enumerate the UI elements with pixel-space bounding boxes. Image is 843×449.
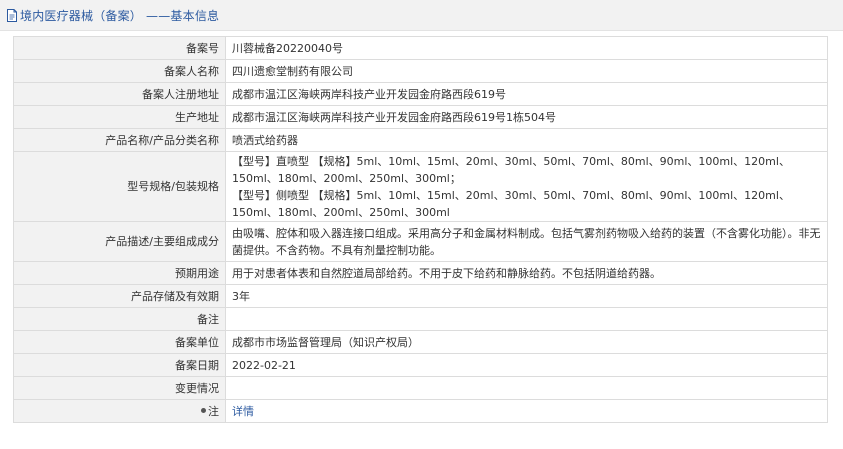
table-row-reg-address: 备案人注册地址 成都市温江区海峡两岸科技产业开发园金府路西段619号 [13, 82, 828, 106]
info-table-container: 备案号 川蓉械备20220040号 备案人名称 四川遗愈堂制药有限公司 备案人注… [13, 36, 828, 423]
table-row-note: 注 详情 [13, 399, 828, 423]
value-description: 由吸嘴、腔体和吸入器连接口组成。采用高分子和金属材料制成。包括气雾剂药物吸入给药… [225, 221, 828, 262]
table-row-storage: 产品存储及有效期 3年 [13, 284, 828, 308]
label-agency: 备案单位 [13, 330, 226, 354]
label-storage: 产品存储及有效期 [13, 284, 226, 308]
label-registrant: 备案人名称 [13, 59, 226, 83]
document-icon [7, 8, 17, 22]
table-row-change: 变更情况 [13, 376, 828, 400]
table-row-remark: 备注 [13, 307, 828, 331]
table-row-date: 备案日期 2022-02-21 [13, 353, 828, 377]
value-note: 详情 [225, 399, 828, 423]
table-row-record-no: 备案号 川蓉械备20220040号 [13, 36, 828, 60]
label-change: 变更情况 [13, 376, 226, 400]
table-row-spec: 型号规格/包装规格 【型号】直喷型 【规格】5ml、10ml、15ml、20ml… [13, 151, 828, 222]
label-prod-address: 生产地址 [13, 105, 226, 129]
page-title: 境内医疗器械（备案） ——基本信息 [20, 8, 220, 23]
value-prod-address: 成都市温江区海峡两岸科技产业开发园金府路西段619号1栋504号 [225, 105, 828, 129]
value-change [225, 376, 828, 400]
info-table: 备案号 川蓉械备20220040号 备案人名称 四川遗愈堂制药有限公司 备案人注… [13, 36, 828, 423]
note-label-text: 注 [208, 404, 219, 418]
label-description: 产品描述/主要组成成分 [13, 221, 226, 262]
label-date: 备案日期 [13, 353, 226, 377]
table-row-prod-address: 生产地址 成都市温江区海峡两岸科技产业开发园金府路西段619号1栋504号 [13, 105, 828, 129]
table-row-description: 产品描述/主要组成成分 由吸嘴、腔体和吸入器连接口组成。采用高分子和金属材料制成… [13, 221, 828, 262]
table-row-intended-use: 预期用途 用于对患者体表和自然腔道局部给药。不用于皮下给药和静脉给药。不包括阴道… [13, 261, 828, 285]
value-storage: 3年 [225, 284, 828, 308]
value-spec: 【型号】直喷型 【规格】5ml、10ml、15ml、20ml、30ml、50ml… [225, 151, 828, 222]
details-link[interactable]: 详情 [232, 405, 254, 418]
label-intended-use: 预期用途 [13, 261, 226, 285]
label-note: 注 [13, 399, 226, 423]
value-intended-use: 用于对患者体表和自然腔道局部给药。不用于皮下给药和静脉给药。不包括阴道给药器。 [225, 261, 828, 285]
table-row-product-name: 产品名称/产品分类名称 喷洒式给药器 [13, 128, 828, 152]
value-record-no: 川蓉械备20220040号 [225, 36, 828, 60]
spec-line-1: 【型号】直喷型 【规格】5ml、10ml、15ml、20ml、30ml、50ml… [232, 154, 790, 185]
bullet-icon [201, 408, 206, 413]
value-agency: 成都市市场监督管理局（知识产权局） [225, 330, 828, 354]
page-header: 境内医疗器械（备案） ——基本信息 [0, 0, 843, 31]
value-remark [225, 307, 828, 331]
label-spec: 型号规格/包装规格 [13, 151, 226, 222]
label-remark: 备注 [13, 307, 226, 331]
value-registrant: 四川遗愈堂制药有限公司 [225, 59, 828, 83]
label-reg-address: 备案人注册地址 [13, 82, 226, 106]
table-row-registrant: 备案人名称 四川遗愈堂制药有限公司 [13, 59, 828, 83]
label-product-name: 产品名称/产品分类名称 [13, 128, 226, 152]
spec-line-2: 【型号】侧喷型 【规格】5ml、10ml、15ml、20ml、30ml、50ml… [232, 188, 790, 219]
value-reg-address: 成都市温江区海峡两岸科技产业开发园金府路西段619号 [225, 82, 828, 106]
value-date: 2022-02-21 [225, 353, 828, 377]
label-record-no: 备案号 [13, 36, 226, 60]
table-row-agency: 备案单位 成都市市场监督管理局（知识产权局） [13, 330, 828, 354]
value-product-name: 喷洒式给药器 [225, 128, 828, 152]
